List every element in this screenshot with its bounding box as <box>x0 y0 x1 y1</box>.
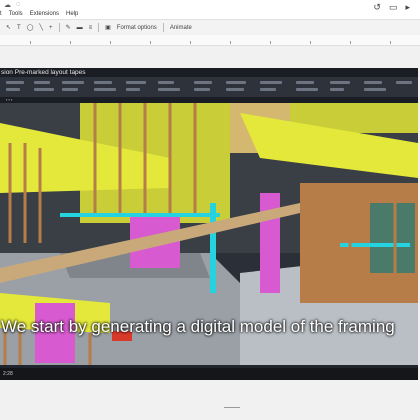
menu-item-t[interactable]: t <box>0 11 2 17</box>
window-icons: ↺ ▭ ▸ <box>373 2 410 13</box>
line-icon[interactable]: ╲ <box>39 24 43 31</box>
border-icon[interactable]: ▬ <box>77 25 83 31</box>
divider <box>58 23 60 32</box>
menu-item-extensions[interactable]: Extensions <box>30 11 59 17</box>
fill-icon[interactable]: ≡ <box>89 25 93 31</box>
video-status-bar: 2:28 <box>0 368 418 380</box>
cloud-icon[interactable]: ☁ <box>4 1 11 9</box>
ribbon-button <box>226 88 244 91</box>
ribbon-button <box>330 88 344 91</box>
divider <box>98 23 100 32</box>
history-icon[interactable]: ↺ <box>373 2 381 13</box>
ribbon-button <box>94 81 112 84</box>
ribbon-button <box>94 88 116 91</box>
title-icons: ☁ ◌ <box>4 0 20 9</box>
user-icon[interactable]: ◌ <box>16 1 20 8</box>
ruler-tick <box>70 41 71 44</box>
pen-icon[interactable]: ✎ <box>66 24 71 31</box>
ruler-tick <box>230 41 231 44</box>
ribbon-button <box>62 88 78 91</box>
ribbon-button <box>396 81 412 84</box>
ruler-tick <box>390 41 391 44</box>
comment-add-icon[interactable]: ▣ <box>105 24 111 31</box>
ribbon-button <box>364 88 386 91</box>
menu-item-tools[interactable]: Tools <box>9 11 23 17</box>
ribbon-button <box>126 81 146 84</box>
menu-bar: t Tools Extensions Help <box>0 9 85 19</box>
video-app-title: sion Pre-marked layout tapes <box>0 68 418 77</box>
video-timestamp: 2:28 <box>3 371 13 377</box>
video-caption: We start by generating a digital model o… <box>1 317 395 336</box>
ruler-tick <box>30 41 31 44</box>
menu-item-help[interactable]: Help <box>66 11 78 17</box>
text-box-icon[interactable]: T <box>17 25 21 31</box>
present-icon[interactable]: ▸ <box>405 2 410 13</box>
ribbon-button <box>194 88 210 91</box>
ribbon-button <box>296 81 314 84</box>
format-options-button[interactable]: Format options <box>117 25 157 31</box>
ribbon-button <box>330 81 350 84</box>
ribbon-button <box>364 81 382 84</box>
ribbon-button <box>260 81 282 84</box>
comment-icon[interactable]: ▭ <box>389 2 398 13</box>
ribbon-button <box>194 81 212 84</box>
video-ribbon <box>0 77 418 97</box>
ruler <box>0 35 420 46</box>
ribbon-button <box>126 88 140 91</box>
ruler-tick <box>350 41 351 44</box>
scroll-handle[interactable] <box>224 407 240 408</box>
cursor-icon[interactable]: ↖ <box>6 24 11 31</box>
animate-button[interactable]: Animate <box>170 25 192 31</box>
ruler-tick <box>190 41 191 44</box>
ribbon-button <box>260 88 276 91</box>
slide-video[interactable]: sion Pre-marked layout tapes ▪ ▪ ▪ We st… <box>0 68 418 380</box>
ribbon-button <box>34 88 54 91</box>
ribbon-button <box>34 81 50 84</box>
ruler-tick <box>150 41 151 44</box>
ribbon-button <box>296 88 318 91</box>
divider <box>162 23 164 32</box>
ruler-tick <box>110 41 111 44</box>
toolbar: ↖ T ◯ ╲ + ✎ ▬ ≡ ▣ Format options Animate <box>0 19 420 36</box>
ruler-tick <box>270 41 271 44</box>
ribbon-button <box>226 81 246 84</box>
app-top-bar: ☁ ◌ t Tools Extensions Help ↺ ▭ ▸ <box>0 0 420 19</box>
ribbon-button <box>158 81 174 84</box>
add-icon[interactable]: + <box>49 25 53 31</box>
ribbon-button <box>6 88 20 91</box>
ribbon-button <box>6 81 24 84</box>
ribbon-button <box>62 81 84 84</box>
ruler-tick <box>310 41 311 44</box>
shape-icon[interactable]: ◯ <box>27 24 34 31</box>
ribbon-button <box>158 88 180 91</box>
